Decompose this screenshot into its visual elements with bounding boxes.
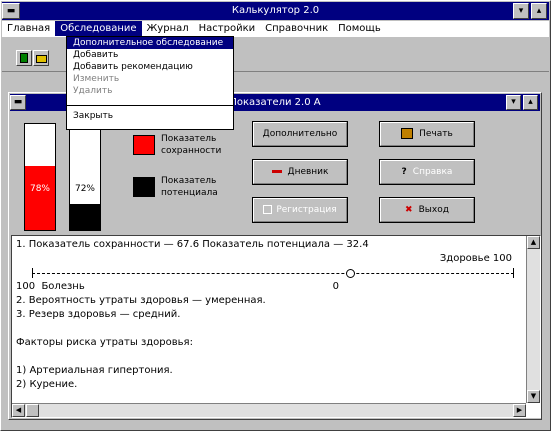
dropdown-item[interactable]: Добавить xyxy=(67,49,233,61)
dropdown-item: Удалить xyxy=(73,86,113,96)
menu-spravochnik[interactable]: Справочник xyxy=(260,21,333,36)
menu-nastroyki[interactable]: Настройки xyxy=(194,21,260,36)
scroll-left-button[interactable]: ◀ xyxy=(12,404,25,417)
health-scale-line xyxy=(32,273,514,274)
result-line-1: 1. Показатель сохранности — 67.6 Показат… xyxy=(16,239,369,250)
results-content: 1. Показатель сохранности — 67.6 Показат… xyxy=(16,238,522,392)
gauge-sokhrannost: 78% xyxy=(24,123,56,231)
health-scale-bar xyxy=(16,266,522,280)
dnevnik-button[interactable]: Дневник xyxy=(252,159,348,185)
toolbar-button-new[interactable] xyxy=(16,50,32,66)
dropdown-item[interactable]: Дополнительное обследование xyxy=(67,37,233,49)
app-title: Калькулятор 2.0 xyxy=(231,5,320,16)
gauge-sokhrannost-value: 78% xyxy=(29,184,50,194)
toolbar-button-open[interactable] xyxy=(33,50,49,66)
result-line-10: 1) Артериальная гипертония. xyxy=(16,365,173,376)
minus-icon xyxy=(271,170,282,173)
result-line-5: 2. Вероятность утраты здоровья — умеренн… xyxy=(16,295,266,306)
close-x-icon: ✖ xyxy=(405,205,413,215)
dopolnitelno-label: Дополнительно xyxy=(262,129,338,139)
dropdown-separator xyxy=(67,105,233,106)
dopolnitelno-button[interactable]: Дополнительно xyxy=(252,121,348,147)
gauge-potentsial-fill xyxy=(70,203,100,230)
results-textarea[interactable]: 1. Показатель сохранности — 67.6 Показат… xyxy=(11,235,541,418)
legend-swatch-sokhrannost xyxy=(133,135,155,155)
print-label: Печать xyxy=(419,129,453,139)
menu-glavnaya[interactable]: Главная xyxy=(2,21,55,36)
gauge-potentsial: 72% xyxy=(69,123,101,231)
registratsiya-label: Регистрация xyxy=(276,205,337,215)
gauge-sokhrannost-fill xyxy=(25,166,55,230)
legend-swatch-potentsial xyxy=(133,177,155,197)
child-minimize-icon: ▾ xyxy=(511,97,516,107)
result-line-2: Здоровье 100 xyxy=(439,253,512,264)
result-line-8: Факторы риска утраты здоровья: xyxy=(16,337,193,348)
scroll-down-button[interactable]: ▼ xyxy=(527,390,540,403)
result-line-11: 2) Курение. xyxy=(16,379,78,390)
registratsiya-button[interactable]: Регистрация xyxy=(252,197,348,223)
child-minimize-button[interactable]: ▾ xyxy=(506,95,521,110)
health-scale-left-tick xyxy=(32,268,33,278)
scroll-thumb[interactable] xyxy=(26,404,39,417)
printer-icon xyxy=(401,128,414,139)
dnevnik-label: Дневник xyxy=(287,167,329,177)
legend-label-sokhrannost: Показатель сохранности xyxy=(161,134,222,156)
dropdown-list: Дополнительное обследование Добавить Добав… xyxy=(67,37,233,122)
print-button[interactable]: Печать xyxy=(379,121,475,147)
child-window: ▬ Показатели 2.0 А ▾ ▴ 78% 72% Показател… xyxy=(8,92,542,420)
result-line-9 xyxy=(16,350,522,364)
menu-zhurnal[interactable]: Журнал xyxy=(142,21,194,36)
results-vscrollbar[interactable]: ▲ ▼ xyxy=(526,236,540,403)
obsledovanie-dropdown: Дополнительное обследование Добавить Добав… xyxy=(66,36,234,130)
gauge-potentsial-value: 72% xyxy=(74,184,95,194)
scroll-up-button[interactable]: ▲ xyxy=(527,236,540,249)
spravka-label: Справка xyxy=(412,167,453,177)
result-line-4: 100 Болезнь 0 xyxy=(16,281,340,292)
exit-button[interactable]: ✖ Выход xyxy=(379,197,475,223)
maximize-button[interactable]: ▴ xyxy=(531,3,547,19)
minimize-button[interactable]: ▾ xyxy=(513,3,529,19)
results-hscrollbar[interactable]: ◀ ▶ xyxy=(12,403,526,417)
maximize-icon: ▴ xyxy=(536,6,542,16)
app-titlebar[interactable]: ▬ Калькулятор 2.0 ▾ ▴ xyxy=(2,2,549,20)
dropdown-item: Изменить xyxy=(73,74,120,84)
legend-label-potentsial: Показатель потенциала xyxy=(161,176,218,198)
dropdown-item[interactable]: Добавить рекомендацию xyxy=(67,61,233,73)
result-line-7 xyxy=(16,322,522,336)
dropdown-item[interactable]: Закрыть xyxy=(67,110,233,122)
scroll-right-button[interactable]: ▶ xyxy=(513,404,526,417)
menu-obsledovanie[interactable]: Обследование xyxy=(55,21,142,36)
health-scale-marker xyxy=(346,269,355,278)
help-icon: ? xyxy=(401,167,407,177)
exit-label: Выход xyxy=(418,205,449,215)
minimize-icon: ▾ xyxy=(518,6,524,16)
registration-icon xyxy=(263,205,273,214)
child-maximize-button[interactable]: ▴ xyxy=(523,95,538,110)
child-maximize-icon: ▴ xyxy=(528,97,533,107)
spravka-button[interactable]: ? Справка xyxy=(379,159,475,185)
health-scale-right-tick xyxy=(513,268,514,278)
menu-bar: Главная Обследование Журнал Настройки Справо… xyxy=(2,21,549,37)
menu-pomoshch[interactable]: Помощь xyxy=(333,21,386,36)
folder-icon xyxy=(36,55,47,63)
document-icon xyxy=(20,53,28,63)
result-line-6: 3. Резерв здоровья — средний. xyxy=(16,309,181,320)
